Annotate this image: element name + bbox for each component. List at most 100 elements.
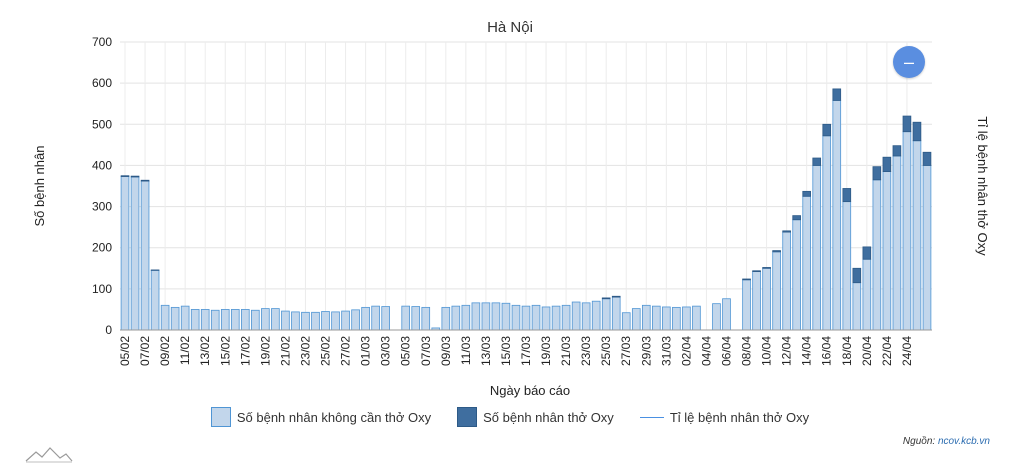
bar-oxygen[interactable] (752, 270, 761, 272)
bar-no-oxygen[interactable] (210, 309, 220, 331)
bar-no-oxygen[interactable] (692, 305, 701, 331)
bar-no-oxygen[interactable] (471, 302, 481, 331)
bar-no-oxygen[interactable] (621, 312, 631, 331)
bar-no-oxygen[interactable] (170, 306, 180, 331)
bar-oxygen[interactable] (782, 230, 791, 233)
bar-no-oxygen[interactable] (491, 302, 501, 331)
legend-item-oxygen[interactable]: Số bệnh nhân thở Oxy (457, 407, 614, 427)
bar-oxygen[interactable] (852, 267, 862, 284)
bar-no-oxygen[interactable] (712, 303, 721, 331)
bar-no-oxygen[interactable] (160, 304, 170, 331)
bar-oxygen[interactable] (611, 295, 621, 298)
bar-no-oxygen[interactable] (822, 135, 832, 331)
bar-no-oxygen[interactable] (912, 140, 922, 331)
bar-no-oxygen[interactable] (902, 131, 912, 331)
bar-oxygen[interactable] (902, 115, 912, 133)
bar-no-oxygen[interactable] (190, 309, 200, 331)
bar-no-oxygen[interactable] (812, 165, 822, 331)
bar-oxygen[interactable] (922, 151, 932, 166)
bar-no-oxygen[interactable] (541, 306, 551, 331)
bar-no-oxygen[interactable] (281, 310, 290, 331)
legend-item-no-oxygen[interactable]: Số bệnh nhân không cần thở Oxy (210, 407, 431, 427)
bar-oxygen[interactable] (862, 246, 872, 260)
bar-no-oxygen[interactable] (571, 301, 581, 331)
bar-oxygen[interactable] (872, 166, 882, 181)
bar-no-oxygen[interactable] (180, 305, 190, 331)
bar-no-oxygen[interactable] (441, 306, 451, 331)
bar-oxygen[interactable] (120, 175, 130, 177)
bar-no-oxygen[interactable] (551, 305, 561, 331)
bar-no-oxygen[interactable] (581, 302, 591, 331)
bar-no-oxygen[interactable] (832, 100, 842, 331)
bar-oxygen[interactable] (812, 157, 822, 166)
bar-oxygen[interactable] (792, 215, 801, 221)
bar-no-oxygen[interactable] (421, 306, 431, 331)
bar-no-oxygen[interactable] (371, 305, 380, 331)
bar-no-oxygen[interactable] (401, 305, 411, 331)
bar-no-oxygen[interactable] (120, 176, 130, 331)
bar-no-oxygen[interactable] (220, 309, 230, 331)
bar-no-oxygen[interactable] (611, 296, 621, 331)
legend-item-oxygen-rate[interactable]: Tỉ lệ bệnh nhân thở Oxy (639, 410, 809, 425)
bar-no-oxygen[interactable] (601, 298, 611, 331)
bar-no-oxygen[interactable] (351, 309, 360, 331)
bar-oxygen[interactable] (882, 156, 892, 172)
bar-no-oxygen[interactable] (672, 306, 681, 331)
bar-oxygen[interactable] (912, 121, 922, 142)
bar-no-oxygen[interactable] (762, 267, 771, 331)
zoom-out-button[interactable]: – (893, 46, 925, 78)
bar-no-oxygen[interactable] (862, 258, 872, 331)
bar-no-oxygen[interactable] (301, 311, 310, 331)
bar-no-oxygen[interactable] (511, 304, 521, 331)
bar-no-oxygen[interactable] (792, 219, 801, 331)
bar-no-oxygen[interactable] (381, 306, 390, 331)
bar-no-oxygen[interactable] (641, 304, 651, 331)
bar-no-oxygen[interactable] (752, 271, 761, 331)
bar-no-oxygen[interactable] (802, 195, 812, 331)
bar-oxygen[interactable] (742, 278, 751, 281)
bar-no-oxygen[interactable] (230, 309, 240, 331)
bar-oxygen[interactable] (772, 250, 781, 253)
bar-no-oxygen[interactable] (481, 302, 491, 331)
bar-oxygen[interactable] (762, 267, 771, 269)
bar-no-oxygen[interactable] (852, 282, 862, 331)
bar-no-oxygen[interactable] (631, 308, 641, 331)
bar-no-oxygen[interactable] (892, 155, 902, 331)
bar-no-oxygen[interactable] (140, 180, 150, 331)
bar-no-oxygen[interactable] (742, 279, 751, 331)
bar-no-oxygen[interactable] (842, 201, 852, 331)
bar-oxygen[interactable] (822, 123, 832, 137)
bar-no-oxygen[interactable] (872, 179, 882, 331)
bar-no-oxygen[interactable] (331, 311, 340, 331)
bar-no-oxygen[interactable] (240, 309, 250, 331)
bar-oxygen[interactable] (842, 188, 852, 203)
bar-no-oxygen[interactable] (521, 305, 531, 331)
bar-oxygen[interactable] (832, 88, 842, 101)
bar-no-oxygen[interactable] (772, 251, 781, 331)
bar-no-oxygen[interactable] (291, 311, 300, 331)
bar-no-oxygen[interactable] (341, 310, 350, 331)
bar-no-oxygen[interactable] (251, 309, 260, 331)
bar-no-oxygen[interactable] (451, 305, 461, 331)
bar-no-oxygen[interactable] (722, 298, 731, 331)
bar-oxygen[interactable] (601, 297, 611, 300)
bar-no-oxygen[interactable] (261, 308, 270, 331)
bar-oxygen[interactable] (130, 175, 140, 178)
bar-no-oxygen[interactable] (531, 304, 541, 331)
bar-no-oxygen[interactable] (200, 309, 210, 331)
bar-no-oxygen[interactable] (782, 231, 791, 331)
bar-no-oxygen[interactable] (882, 171, 892, 331)
bar-oxygen[interactable] (802, 190, 812, 197)
bar-no-oxygen[interactable] (130, 176, 140, 331)
bar-oxygen[interactable] (892, 145, 902, 157)
bar-no-oxygen[interactable] (682, 306, 691, 331)
bar-no-oxygen[interactable] (150, 269, 160, 331)
bar-no-oxygen[interactable] (461, 304, 471, 331)
bar-no-oxygen[interactable] (591, 300, 601, 331)
bar-oxygen[interactable] (140, 179, 150, 182)
bar-no-oxygen[interactable] (411, 306, 421, 331)
bar-no-oxygen[interactable] (361, 306, 370, 331)
bar-no-oxygen[interactable] (321, 311, 330, 331)
bar-no-oxygen[interactable] (652, 305, 661, 331)
bar-no-oxygen[interactable] (561, 304, 571, 331)
